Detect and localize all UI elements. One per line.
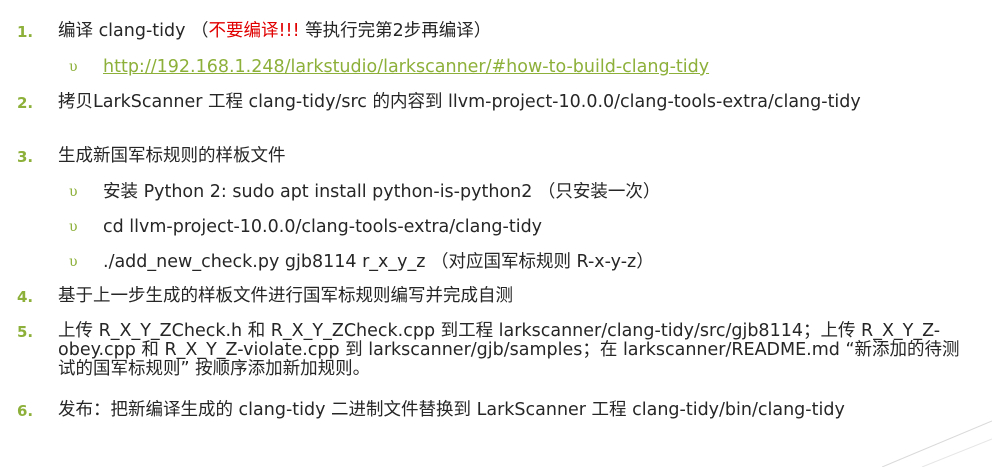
list-text-pre: 编译 clang-tidy （ bbox=[58, 21, 209, 41]
list-number: 6. bbox=[17, 402, 34, 420]
warning-text: 不要编译!!! bbox=[208, 21, 300, 41]
list-text: 拷贝LarkScanner 工程 clang-tidy/src 的内容到 llv… bbox=[58, 92, 861, 112]
bullet-icon: υ bbox=[69, 254, 78, 270]
list-text: 编译 clang-tidy （不要编译!!! 等执行完第2步再编译） bbox=[58, 22, 970, 41]
list-text: 上传 R_X_Y_ZCheck.h 和 R_X_Y_ZCheck.cpp 到工程… bbox=[58, 321, 960, 379]
list-number: 3. bbox=[17, 148, 34, 166]
list-number: 1. bbox=[17, 23, 34, 41]
bullet-icon: υ bbox=[69, 59, 78, 75]
list-number: 5. bbox=[17, 323, 34, 341]
sub-text: cd llvm-project-10.0.0/clang-tools-extra… bbox=[103, 217, 543, 237]
list-text: 基于上一步生成的样板文件进行国军标规则编写并完成自测 bbox=[58, 286, 513, 306]
bullet-icon: υ bbox=[69, 184, 78, 200]
list-number: 4. bbox=[17, 288, 34, 306]
corner-decoration-icon bbox=[882, 420, 992, 467]
list-text: 生成新国军标规则的样板文件 bbox=[58, 146, 286, 166]
sub-text: ./add_new_check.py gjb8114 r_x_y_z （对应国军… bbox=[103, 252, 654, 272]
slide: 1. 编译 clang-tidy （不要编译!!! 等执行完第2步再编译） υ … bbox=[0, 0, 992, 467]
list-text-post: 等执行完第2步再编译） bbox=[299, 21, 492, 41]
sub-text: 安装 Python 2: sudo apt install python-is-… bbox=[103, 182, 661, 202]
list-text: 发布：把新编译生成的 clang-tidy 二进制文件替换到 LarkScann… bbox=[58, 400, 845, 420]
bullet-icon: υ bbox=[69, 219, 78, 235]
list-number: 2. bbox=[17, 94, 34, 112]
build-guide-link[interactable]: http://192.168.1.248/larkstudio/larkscan… bbox=[103, 57, 973, 77]
